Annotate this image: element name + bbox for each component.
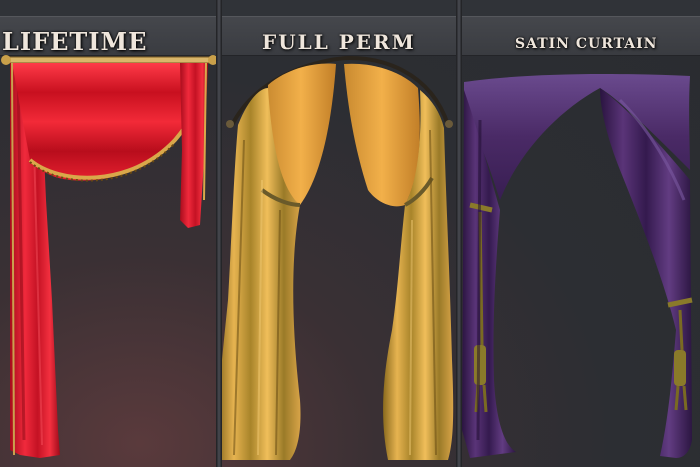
gold-curtain: [217, 55, 454, 460]
curtain-artwork: [1, 55, 693, 460]
purple-curtain: [462, 74, 693, 458]
panel-divider: [456, 0, 462, 467]
panel-title-satin-curtain: SATIN CURTAIN: [515, 36, 658, 52]
panel-title-lifetime: LIFETIME: [2, 27, 148, 56]
panel-title-full-perm: FULL PERM: [262, 30, 416, 54]
red-curtain: [1, 55, 218, 458]
panel-divider: [216, 0, 222, 467]
product-banner: LIFETIME FULL PERM SATIN CURTAIN: [0, 0, 700, 467]
